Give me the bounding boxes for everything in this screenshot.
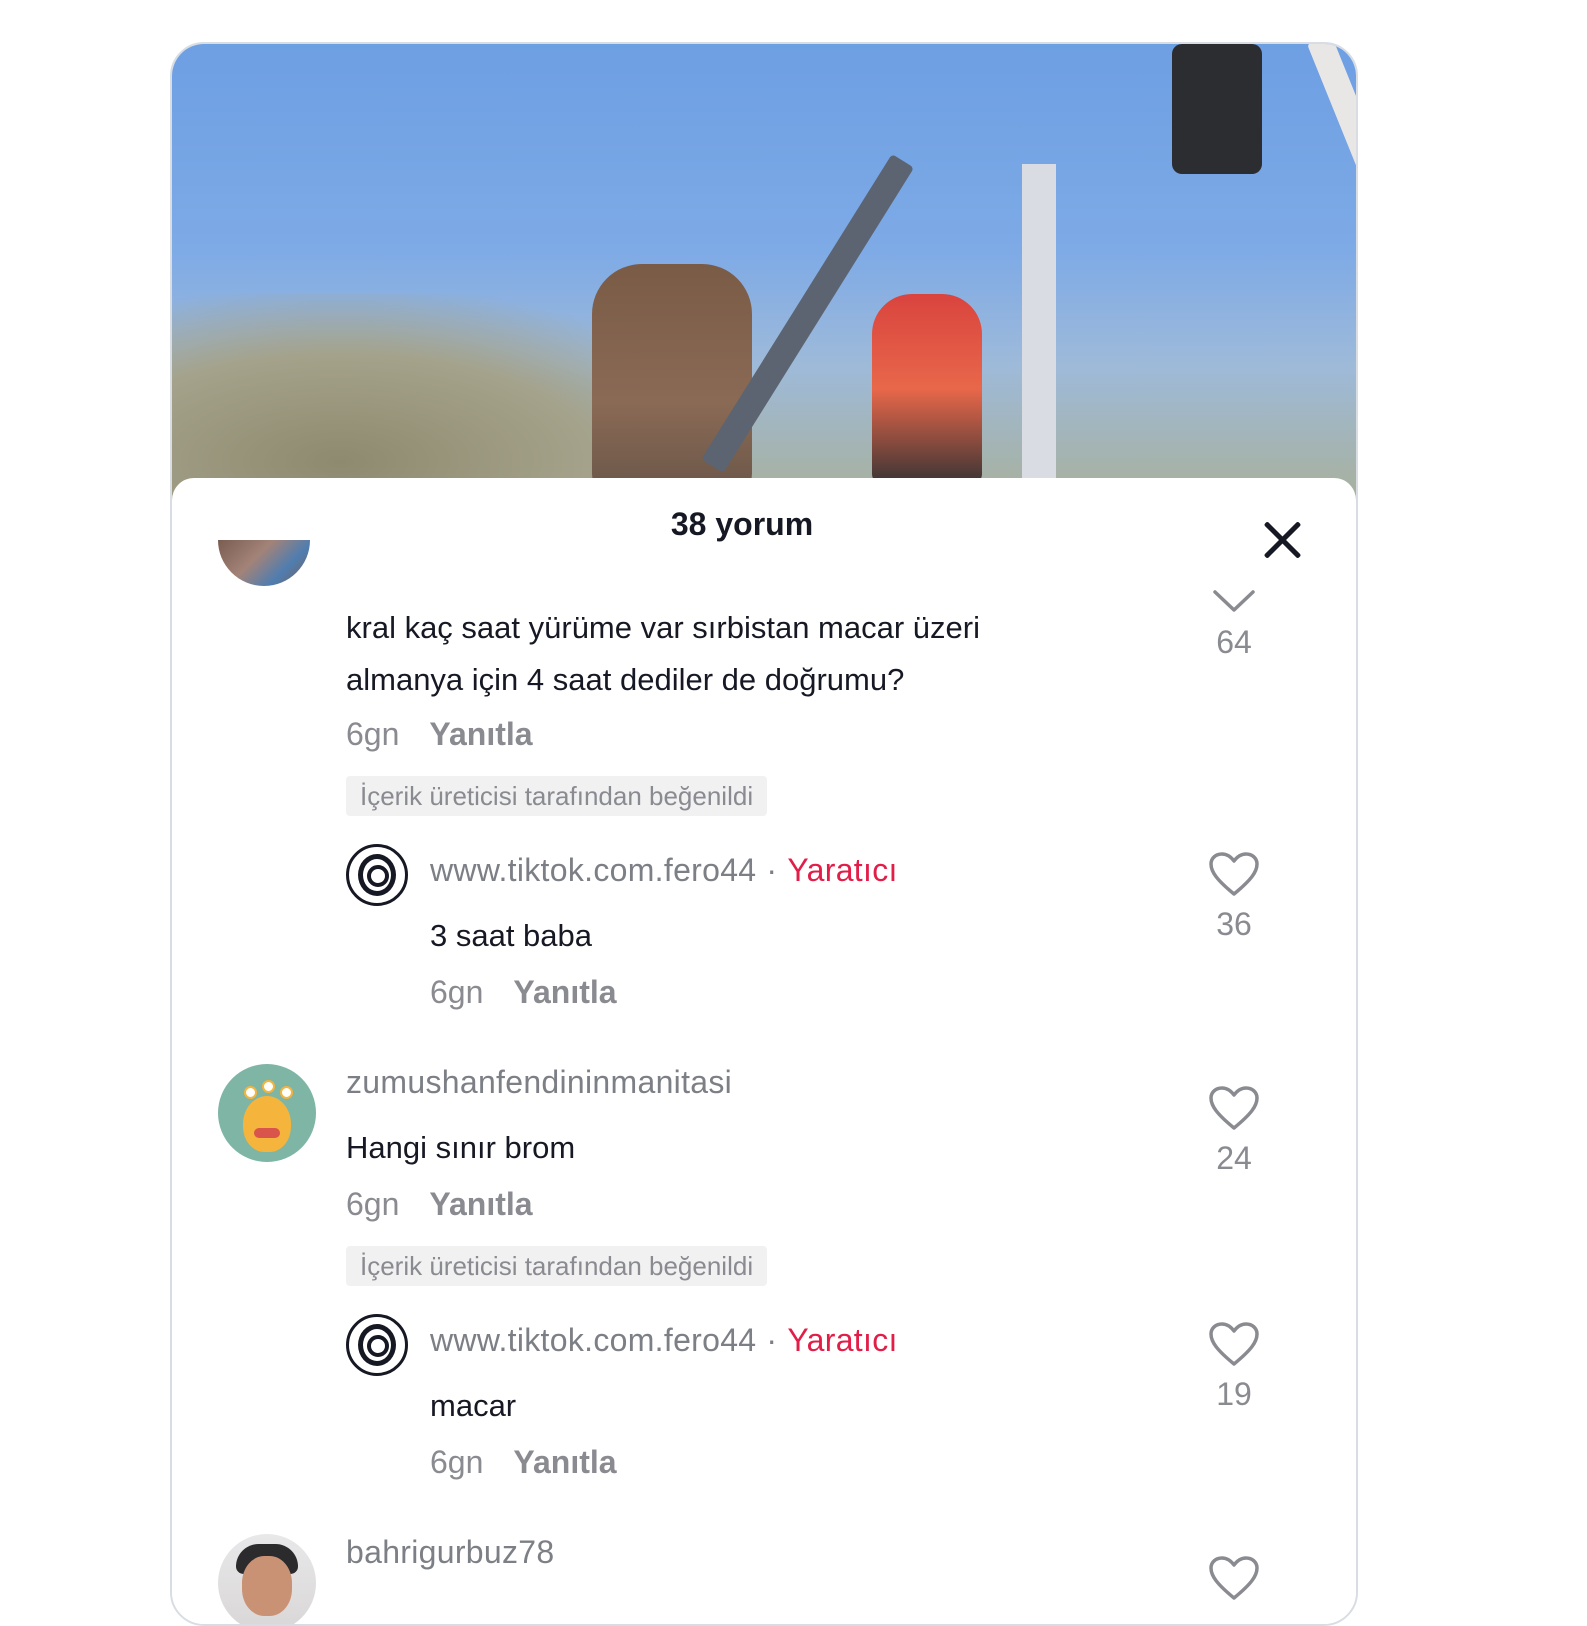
creator-label: Yaratıcı <box>787 852 898 888</box>
reply-username-row: www.tiktok.com.fero44 · Yaratıcı <box>430 1322 898 1359</box>
comment-text: kral kaç saat yürüme var sırbistan macar… <box>346 610 980 697</box>
avatar-figure-eye <box>280 1086 293 1099</box>
heart-icon <box>1209 1086 1259 1130</box>
reply-time: 6gn <box>430 1444 484 1480</box>
comment-time: 6gn <box>346 1186 400 1222</box>
heart-icon <box>1209 852 1259 896</box>
reply-text: 3 saat baba <box>430 918 593 953</box>
reply-username[interactable]: www.tiktok.com.fero44 <box>430 852 756 888</box>
video-scene-pole <box>1022 164 1056 504</box>
comment-username[interactable]: bahrigurbuz78 <box>346 1534 555 1571</box>
video-scene-person <box>1172 44 1262 174</box>
reply-username-row: www.tiktok.com.fero44 · Yaratıcı <box>430 852 898 889</box>
avatar-figure-eye <box>244 1086 257 1099</box>
video-scene-ladder <box>1307 44 1356 480</box>
reply-button[interactable]: Yanıtla <box>513 1444 616 1480</box>
tiktok-comments-frame: 38 yorum kral kaç saat yürüme var sırbis… <box>170 42 1358 1626</box>
comments-sheet: 38 yorum kral kaç saat yürüme var sırbis… <box>172 478 1356 1624</box>
creator-logo-inner <box>367 1335 389 1357</box>
like-button[interactable]: 36 <box>1194 850 1274 943</box>
like-button[interactable]: 64 <box>1194 586 1274 661</box>
comment-time: 6gn <box>346 716 400 752</box>
reply-button[interactable]: Yanıtla <box>429 1186 532 1222</box>
like-count: 19 <box>1216 1376 1252 1412</box>
reply-text: macar <box>430 1388 517 1423</box>
creator-avatar[interactable] <box>346 844 408 906</box>
reply-meta: 6gn Yanıtla <box>430 974 617 1011</box>
separator: · <box>766 1322 778 1358</box>
comment-meta: 6gn Yanıtla <box>346 716 533 753</box>
comments-count-title: 38 yorum <box>670 506 814 542</box>
reply-button[interactable]: Yanıtla <box>513 974 616 1010</box>
like-button[interactable]: 19 <box>1194 1320 1274 1413</box>
avatar[interactable] <box>218 540 310 586</box>
like-button[interactable] <box>1194 1554 1274 1602</box>
chevron-down-icon <box>1213 590 1255 612</box>
comment-username[interactable]: zumushanfendininmanitasi <box>346 1064 732 1101</box>
reply-meta: 6gn Yanıtla <box>430 1444 617 1481</box>
reply-button[interactable]: Yanıtla <box>429 716 532 752</box>
reply-username[interactable]: www.tiktok.com.fero44 <box>430 1322 756 1358</box>
creator-liked-badge: İçerik üreticisi tarafından beğenildi <box>346 1246 768 1286</box>
creator-logo-inner <box>367 865 389 887</box>
close-icon[interactable] <box>1262 520 1302 560</box>
reply-time: 6gn <box>430 974 484 1010</box>
like-button[interactable]: 24 <box>1194 1084 1274 1177</box>
creator-liked-badge: İçerik üreticisi tarafından beğenildi <box>346 776 768 816</box>
comment-meta: 6gn Yanıtla <box>346 1186 533 1223</box>
comment-text: Hangi sınır brom <box>346 1130 576 1165</box>
creator-label: Yaratıcı <box>787 1322 898 1358</box>
like-count: 36 <box>1216 906 1252 942</box>
like-count: 24 <box>1216 1140 1252 1176</box>
separator: · <box>766 852 778 888</box>
heart-icon <box>1209 1322 1259 1366</box>
like-count: 64 <box>1216 624 1252 660</box>
avatar-face <box>242 1556 292 1616</box>
video-preview[interactable] <box>172 44 1356 504</box>
avatar-figure-mouth <box>254 1128 280 1138</box>
avatar-figure-eye <box>262 1080 275 1093</box>
avatar-figure <box>243 1096 291 1152</box>
avatar[interactable] <box>218 1064 316 1162</box>
heart-icon <box>1209 1556 1259 1600</box>
avatar[interactable] <box>218 1534 316 1624</box>
creator-avatar[interactable] <box>346 1314 408 1376</box>
video-scene-person <box>872 294 982 484</box>
